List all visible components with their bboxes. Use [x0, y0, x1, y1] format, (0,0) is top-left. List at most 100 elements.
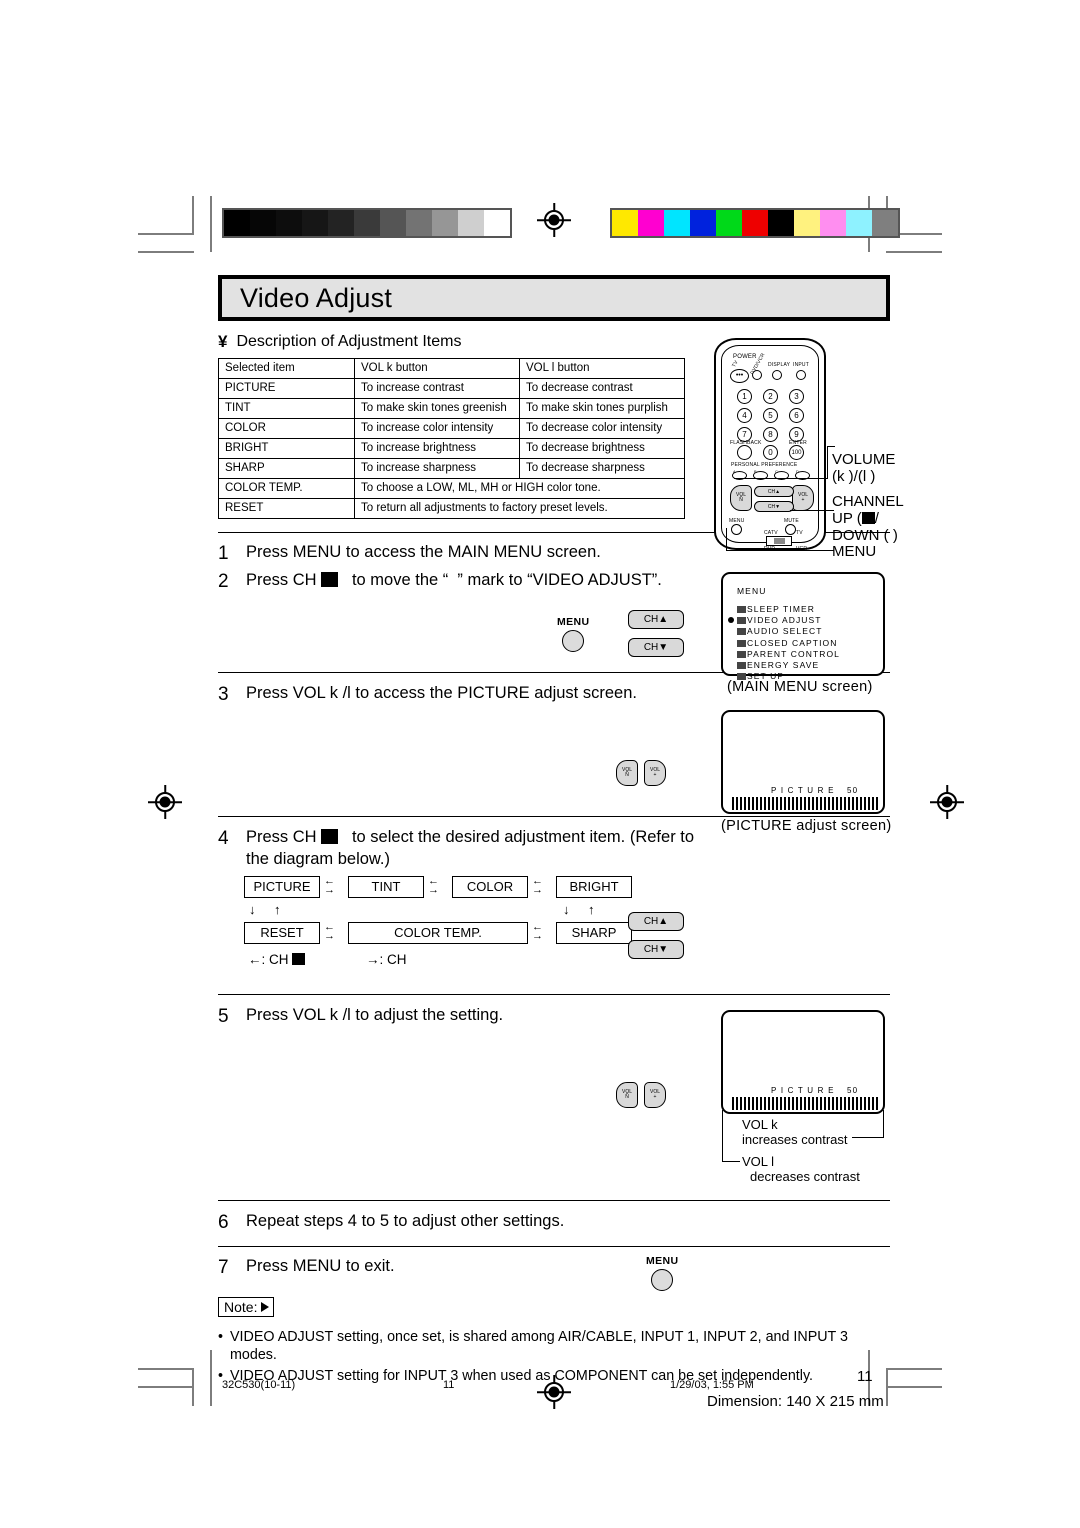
gray-step-2	[276, 210, 302, 236]
key-3[interactable]: 3	[789, 389, 804, 404]
flow-arrows-4: ← →	[324, 920, 335, 942]
table-cell: COLOR TEMP.	[218, 478, 355, 499]
osd-menu-item[interactable]: VIDEO ADJUST	[728, 615, 840, 626]
ch-block-icon-2	[321, 829, 339, 845]
osd-item-label: VIDEO ADJUST	[747, 615, 822, 626]
table-cell: To choose a LOW, ML, MH or HIGH color to…	[354, 478, 685, 499]
remote-vol-up-button[interactable]: VOL +	[792, 485, 814, 511]
key-8[interactable]: 8	[763, 427, 778, 442]
osd-menu-list: SLEEP TIMER VIDEO ADJUST AUDIO SELECT CLOSE…	[728, 604, 840, 683]
dvd-vcr-button[interactable]	[752, 370, 762, 380]
flow-box-reset: RESET	[244, 921, 320, 944]
callout-line-volume-top	[827, 446, 835, 447]
flow-box-color-temp: COLOR TEMP.	[348, 921, 528, 944]
remote-menu-button[interactable]	[731, 524, 742, 535]
yen-marker-icon: ¥	[218, 332, 228, 351]
picture-adjust-caption: (PICTURE adjust screen)	[721, 818, 892, 834]
step-6: 6 Repeat steps 4 to 5 to adjust other se…	[218, 1211, 890, 1236]
key-5[interactable]: 5	[763, 408, 778, 423]
ch-down-button[interactable]: CH▼	[628, 638, 684, 658]
step-2-text: Press CH to move the “ ” mark to “VIDEO …	[246, 570, 662, 595]
osd-menu-item[interactable]: AUDIO SELECT	[737, 626, 840, 637]
flow-box-picture: PICTURE	[244, 875, 320, 898]
key-100[interactable]: 100	[789, 445, 804, 460]
menu-button-illustration[interactable]: MENU	[557, 616, 590, 653]
table-cell: To decrease color intensity	[519, 418, 685, 439]
vol-down-button-step5[interactable]: VOL Ñ	[616, 1081, 638, 1108]
input-label: INPUT	[793, 362, 809, 368]
footer-page-number: 11	[443, 1379, 455, 1391]
osd-menu-item[interactable]: CLOSED CAPTION	[737, 638, 840, 649]
flow-label-bright: BRIGHT	[569, 879, 619, 895]
remote-ch-down-button[interactable]: CH▼	[754, 501, 794, 512]
key-2[interactable]: 2	[763, 389, 778, 404]
ch-block-icon-4	[861, 511, 875, 524]
source-slider-switch[interactable]	[766, 536, 792, 546]
divider-4	[218, 993, 890, 995]
remote-ch-up-button[interactable]: CH▲	[754, 486, 794, 497]
personal-preference-label: PERSONAL PREFERENCE	[731, 462, 798, 468]
step-4-text: Press CH to select the desired adjustmen…	[246, 827, 716, 870]
flow-label-sharp: SHARP	[571, 925, 617, 941]
menu-button-illustration-2[interactable]: MENU	[646, 1255, 679, 1291]
screen2-note-up-label: VOL k	[742, 1117, 778, 1132]
step-1-text: Press MENU to access the MAIN MENU scree…	[246, 543, 601, 561]
table-cell: To make skin tones greenish	[354, 398, 520, 419]
remote-vol-down-button[interactable]: VOL Ñ	[730, 485, 752, 511]
table-cell: To decrease brightness	[519, 438, 685, 459]
color-step-10	[872, 210, 898, 236]
slider-knob[interactable]	[774, 538, 785, 544]
osd-menu-item[interactable]: ENERGY SAVE	[737, 660, 840, 671]
flashback-button[interactable]	[737, 445, 752, 460]
callout-channel-up-end: /	[874, 509, 879, 527]
menu-button-circle[interactable]	[562, 630, 585, 653]
ch-down-button-step4[interactable]: CH▼	[628, 939, 684, 959]
crop-mark-br-h	[886, 1368, 942, 1370]
gray-step-5	[354, 210, 380, 236]
footer-dimension: Dimension: 140 X 215 mm	[707, 1393, 884, 1410]
remote-mute-button[interactable]	[785, 524, 796, 535]
picture-adjust-screen: P I C T U R E 50	[721, 710, 885, 814]
table-header-cell-0: Selected item	[218, 358, 355, 379]
osd-item-label: SLEEP TIMER	[747, 604, 816, 614]
key-0-label: 0	[768, 448, 773, 457]
vol-up-button-step5[interactable]: VOL +	[644, 1081, 666, 1108]
table-row: RESET To return all adjustments to factor…	[218, 498, 685, 519]
table-row: SHARP To increase sharpness To decrease sh…	[218, 458, 685, 479]
color-step-8	[820, 210, 846, 236]
key-1[interactable]: 1	[737, 389, 752, 404]
note-arrow-icon	[261, 1302, 270, 1312]
ch-down-label-2: CH▼	[643, 943, 669, 955]
key-4[interactable]: 4	[737, 408, 752, 423]
ch-up-button-step4[interactable]: CH▲	[628, 911, 684, 931]
gray-step-10	[484, 210, 510, 236]
osd-item-label: AUDIO SELECT	[747, 626, 823, 637]
screen2-callout-left-horiz	[722, 1161, 740, 1162]
flow-arrow-down-right: ↓	[563, 901, 570, 917]
table-header-cell-2: VOL l button	[519, 358, 685, 379]
vol-down-button-step3[interactable]: VOL Ñ	[616, 760, 638, 787]
menu-button-circle-2[interactable]	[651, 1269, 674, 1291]
step-2-pre: Press CH	[246, 570, 317, 589]
flow-box-bright: BRIGHT	[556, 875, 632, 898]
display-button[interactable]	[772, 370, 782, 380]
table-row: PICTURE To increase contrast To decrease c…	[218, 378, 685, 399]
vol-up-button-step3[interactable]: VOL +	[644, 760, 666, 787]
remote-vol-up-sign: +	[801, 497, 805, 503]
osd-menu-item[interactable]: SLEEP TIMER	[737, 604, 840, 615]
power-button[interactable]: •••	[730, 369, 749, 383]
ch-up-button[interactable]: CH▲	[628, 610, 684, 630]
crop-mark-br-h2	[886, 1386, 942, 1388]
callout-vert-volume	[827, 446, 828, 479]
osd-selection-bullet-icon	[728, 617, 734, 624]
osd-menu-item[interactable]: PARENT CONTROL	[737, 649, 840, 660]
key-0[interactable]: 0	[763, 445, 778, 460]
flow-legend-right: →: CH	[366, 951, 407, 967]
callout-menu: MENU	[832, 543, 876, 561]
key-6[interactable]: 6	[789, 408, 804, 423]
input-button[interactable]	[796, 370, 806, 380]
menu-button-label-2: MENU	[646, 1255, 679, 1267]
crop-mark-tl-v	[192, 196, 194, 234]
registration-mark-top	[537, 203, 571, 237]
screen2-note-down-label: VOL l	[742, 1154, 775, 1169]
